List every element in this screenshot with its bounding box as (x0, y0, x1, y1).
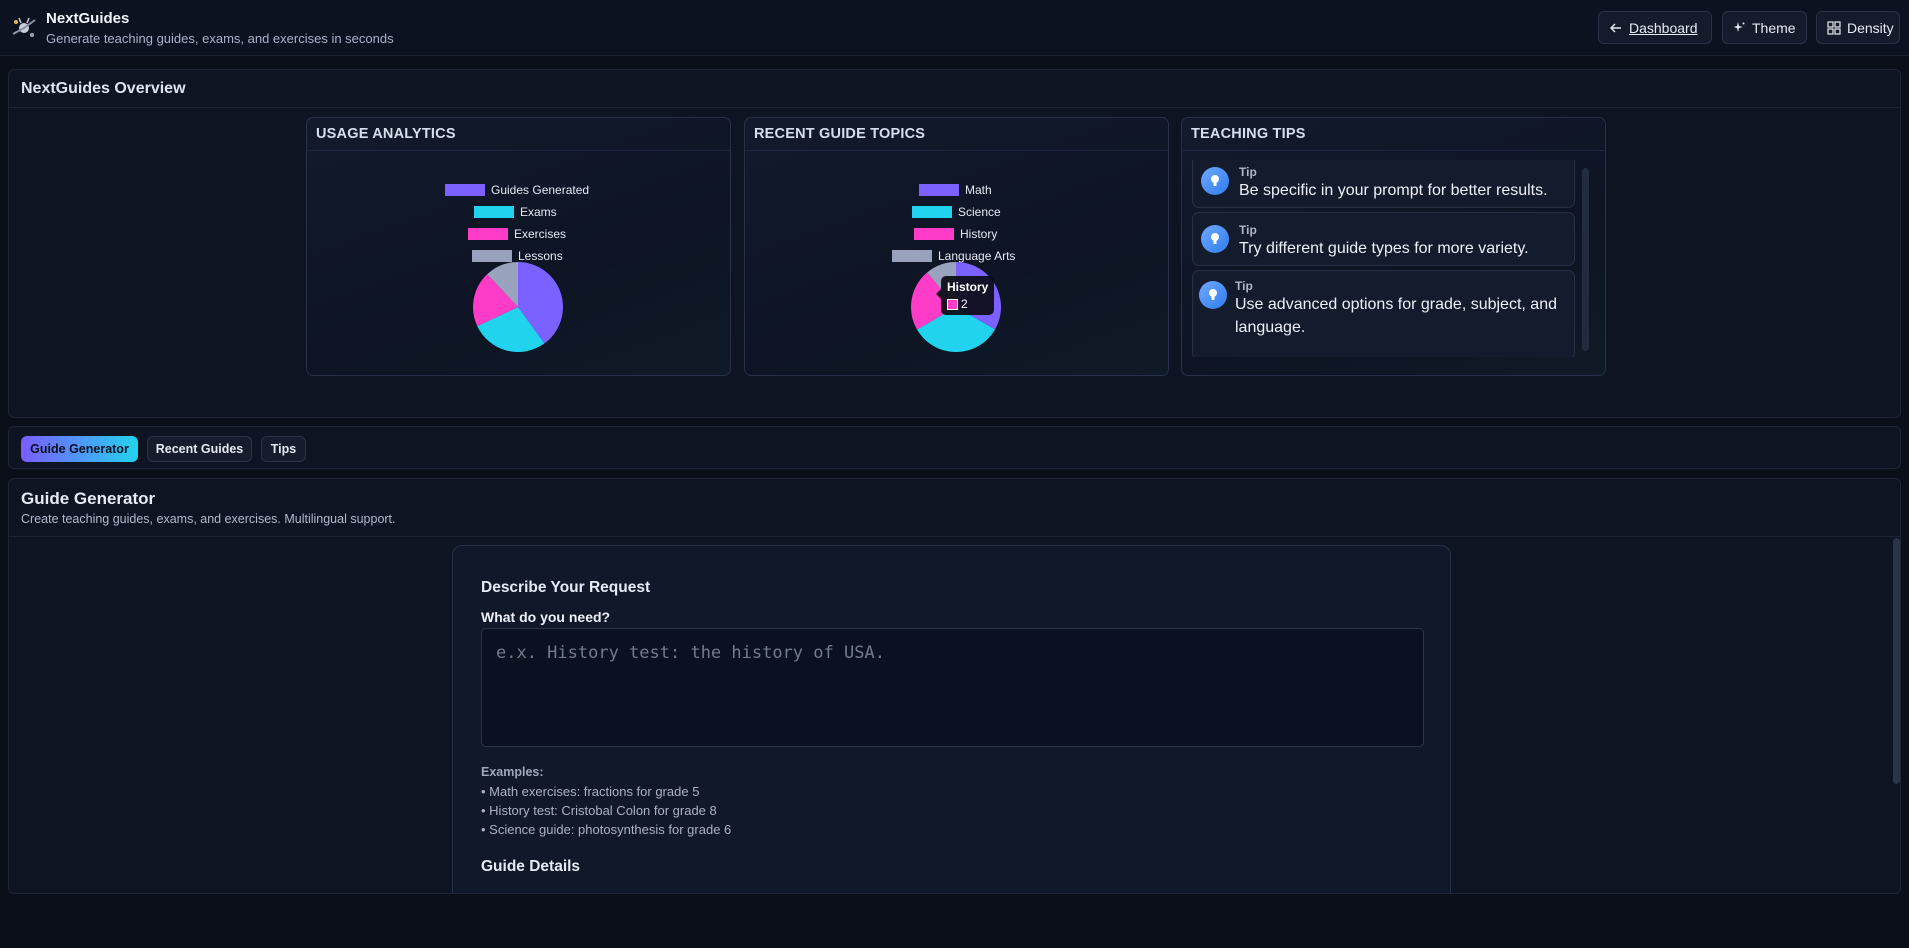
tip-item: Tip Try different guide types for more v… (1192, 212, 1575, 266)
lightbulb-icon (1199, 281, 1227, 309)
usage-analytics-card: USAGE ANALYTICS Guides Generated Exams E… (306, 117, 731, 376)
tips-list[interactable]: Tip Be specific in your prompt for bette… (1192, 160, 1577, 357)
tab-tips[interactable]: Tips (261, 436, 306, 462)
tabs-bar: Guide Generator Recent Guides Tips (8, 426, 1901, 469)
legend-item[interactable]: Exercises (468, 225, 566, 243)
dashboard-label: Dashboard (1629, 19, 1698, 36)
arrow-left-icon (1610, 23, 1621, 32)
example-line: • History test: Cristobal Colon for grad… (481, 803, 717, 818)
overview-panel: NextGuides Overview USAGE ANALYTICS Guid… (8, 69, 1901, 418)
usage-pie-chart[interactable] (472, 261, 564, 353)
tip-text: Use advanced options for grade, subject,… (1235, 296, 1557, 336)
theme-label: Theme (1752, 19, 1796, 36)
tip-item: Tip Be specific in your prompt for bette… (1192, 160, 1575, 208)
dashboard-button[interactable]: Dashboard (1598, 11, 1712, 44)
tip-text: Try different guide types for more varie… (1239, 240, 1529, 257)
tip-label: Tip (1239, 223, 1257, 237)
tip-item: Tip Use advanced options for grade, subj… (1192, 270, 1575, 357)
tooltip-value: 2 (961, 297, 968, 311)
legend-swatch (912, 206, 952, 218)
legend-item[interactable]: Science (912, 203, 1001, 221)
tip-label: Tip (1239, 165, 1257, 179)
legend-item[interactable]: Math (919, 181, 992, 199)
usage-card-title: USAGE ANALYTICS (307, 118, 730, 151)
tab-guide-generator[interactable]: Guide Generator (21, 436, 138, 462)
app-subtitle: Generate teaching guides, exams, and exe… (46, 31, 394, 46)
legend-swatch (474, 206, 514, 218)
app-title: NextGuides (46, 10, 130, 27)
legend-item[interactable]: Guides Generated (445, 181, 589, 199)
app-logo-icon (10, 14, 38, 42)
tip-label: Tip (1235, 279, 1253, 293)
overview-title: NextGuides Overview (9, 70, 1900, 108)
divider (9, 536, 1900, 537)
legend-label: Exercises (514, 227, 567, 241)
grid-icon (1827, 20, 1841, 35)
legend-swatch (914, 228, 954, 240)
section-heading: Guide Details (481, 858, 581, 875)
page-scrollbar[interactable] (1893, 538, 1900, 784)
example-line: • Math exercises: fractions for grade 5 (481, 784, 700, 799)
tab-recent-guides[interactable]: Recent Guides (147, 436, 252, 462)
tips-scrollbar[interactable] (1582, 168, 1589, 351)
density-label: Density (1847, 19, 1894, 36)
legend-label: Math (965, 183, 992, 197)
legend-item[interactable]: Exams (474, 203, 557, 221)
legend-label: Exams (520, 205, 557, 219)
legend-label: History (960, 227, 998, 241)
section-heading: Describe Your Request (481, 579, 651, 596)
legend-item[interactable]: History (914, 225, 997, 243)
examples-heading: Examples: (481, 765, 544, 779)
legend-swatch (919, 184, 959, 196)
example-line: • Science guide: photosynthesis for grad… (481, 822, 732, 837)
tooltip-swatch (947, 298, 958, 310)
lightbulb-icon (1201, 225, 1229, 253)
lightbulb-icon (1201, 167, 1229, 195)
generator-subtitle: Create teaching guides, exams, and exerc… (21, 512, 396, 526)
tips-card-title: TEACHING TIPS (1182, 118, 1605, 151)
generator-title: Guide Generator (21, 489, 156, 508)
theme-button[interactable]: Theme (1722, 11, 1807, 44)
request-field-label: What do you need? (481, 609, 611, 625)
request-textarea[interactable] (481, 628, 1424, 747)
sparkle-icon (1733, 22, 1745, 32)
legend-swatch (468, 228, 508, 240)
legend-label: Guides Generated (491, 183, 590, 197)
topics-card-title: RECENT GUIDE TOPICS (745, 118, 1168, 151)
tip-text: Be specific in your prompt for better re… (1239, 182, 1548, 199)
legend-swatch (445, 184, 485, 196)
density-button[interactable]: Density (1816, 11, 1900, 44)
top-bar: NextGuides Generate teaching guides, exa… (0, 0, 1909, 56)
guide-generator-panel: Guide Generator Create teaching guides, … (8, 478, 1901, 894)
teaching-tips-card: TEACHING TIPS Tip Be specific in your pr… (1181, 117, 1606, 376)
request-form-card: Describe Your Request What do you need? … (452, 545, 1451, 893)
tooltip-title: History (947, 280, 989, 294)
recent-topics-card: RECENT GUIDE TOPICS Math Science History… (744, 117, 1169, 376)
chart-tooltip: History 2 (935, 276, 995, 315)
legend-label: Science (958, 205, 1001, 219)
